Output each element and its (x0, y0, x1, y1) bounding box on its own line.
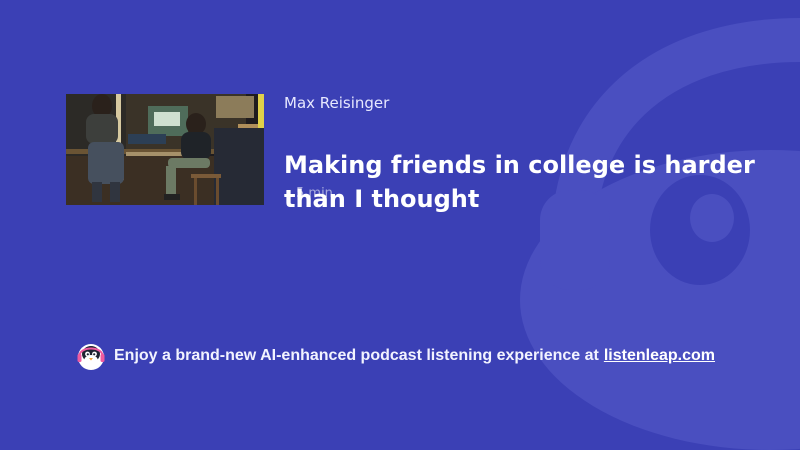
watermark-logo-icon (520, 18, 800, 450)
promo-text: Enjoy a brand-new AI-enhanced podcast li… (114, 347, 599, 364)
promo-banner: Enjoy a brand-new AI-enhanced podcast li… (76, 341, 715, 371)
podcast-cover-image[interactable] (66, 94, 264, 205)
episode-title[interactable]: Making friends in college is harder than… (284, 148, 764, 216)
listenleap-link[interactable]: listenleap.com (604, 347, 715, 365)
penguin-headphones-logo-icon (77, 344, 105, 370)
podcast-author[interactable]: Max Reisinger (284, 94, 389, 112)
